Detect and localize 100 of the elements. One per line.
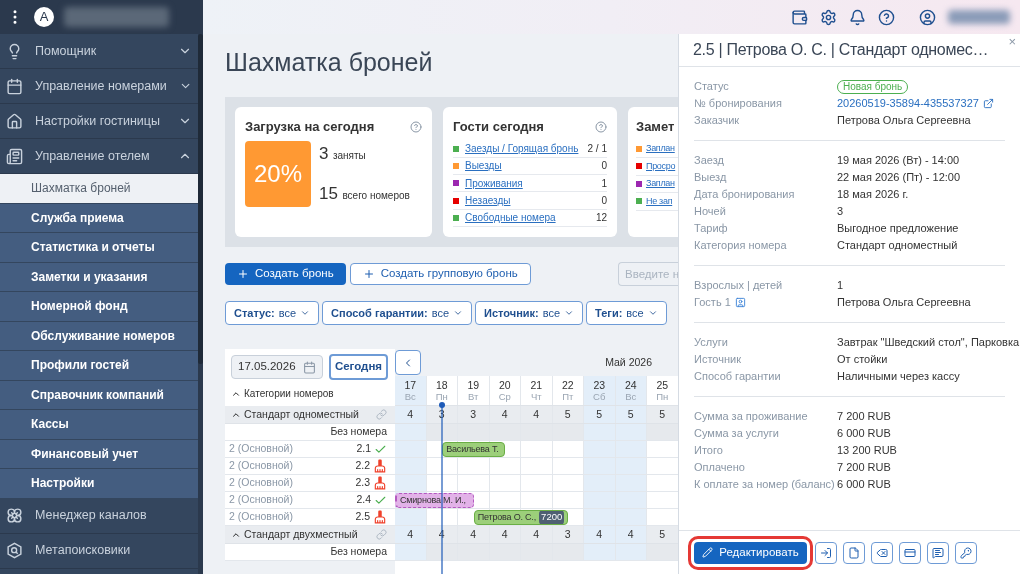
field-value: 6 000 RUB xyxy=(837,426,891,442)
field-label: № бронирования xyxy=(694,97,782,110)
room-number: 2.5 xyxy=(355,509,370,525)
filter-dropdown[interactable]: Статус: все xyxy=(225,301,320,325)
filter-dropdown[interactable]: Источник: все xyxy=(475,301,584,325)
settings-icon[interactable] xyxy=(820,8,837,26)
create-button[interactable]: Создать бронь xyxy=(225,263,346,285)
arrow-in-button[interactable] xyxy=(815,541,837,564)
field-value: Петрова Ольга Сергеевна xyxy=(837,295,971,311)
previous-button[interactable] xyxy=(395,350,421,375)
bell-icon[interactable] xyxy=(849,8,866,26)
booking-link[interactable]: 20260519-35894-435537327 xyxy=(837,95,979,112)
field-value: Петрова Ольга Сергеевна xyxy=(837,113,971,129)
field-label: Категория номера xyxy=(694,239,787,252)
hexagon-search-icon xyxy=(6,542,23,559)
file-button[interactable] xyxy=(843,541,865,564)
amount-badge: 7200 xyxy=(539,511,565,524)
search-field[interactable]: Введите н xyxy=(618,262,678,286)
guest-link[interactable]: Свободные номера xyxy=(465,210,590,226)
field-value: 1 xyxy=(837,278,844,294)
field-value: 13 200 RUB xyxy=(837,443,897,459)
chevron-down-icon xyxy=(647,308,658,318)
guest-link[interactable]: Проживания xyxy=(465,175,596,191)
field-value: Завтрак "Шведский стол", Парковка xyxy=(837,335,1020,351)
guest-link[interactable]: Незаезды xyxy=(465,193,596,209)
field-value: 18 мая 2026 г. xyxy=(837,187,909,203)
key-button[interactable] xyxy=(955,541,977,564)
nav-subitem[interactable]: Настройки xyxy=(0,469,198,499)
nav-subitem[interactable]: Служба приема xyxy=(0,203,198,233)
guest-name: Петрова О. С., xyxy=(477,511,536,524)
note-link[interactable]: Просро xyxy=(646,159,676,173)
guest-link[interactable]: Заезды / Горящая бронь xyxy=(465,141,582,157)
note-link[interactable]: Не зап xyxy=(646,194,673,208)
guest-name: Васильева Т. xyxy=(446,443,499,456)
scrollbar[interactable] xyxy=(198,34,203,364)
guest-count: 2 / 1 xyxy=(587,142,607,157)
arrow-in-icon xyxy=(820,546,832,559)
count-cell: 5 xyxy=(647,406,678,423)
user-icon[interactable] xyxy=(919,8,936,26)
nav-subitem[interactable]: Обслуживание номеров xyxy=(0,321,198,351)
count-cell: 5 xyxy=(615,406,647,423)
nav-subitem[interactable]: Профили гостей xyxy=(0,351,198,381)
file-icon xyxy=(848,546,860,559)
card-button[interactable] xyxy=(899,541,921,564)
day-header: 24 Вс xyxy=(615,376,647,405)
field-value: 7 200 RUB xyxy=(837,460,891,476)
nav-subitem[interactable]: Финансовый учет xyxy=(0,439,198,469)
pencil-icon xyxy=(702,547,714,558)
nav-subitem[interactable]: Шахматка броней xyxy=(0,174,198,204)
key-icon xyxy=(960,546,972,559)
help-icon[interactable] xyxy=(878,8,895,26)
delete-button[interactable] xyxy=(871,541,893,564)
day-header: 17 Вс xyxy=(395,376,427,405)
booking-bar[interactable]: Смирнова М. И., xyxy=(395,493,474,508)
nav-subitem[interactable]: Справочник компаний xyxy=(0,380,198,410)
guest-link[interactable]: Выезды xyxy=(465,158,596,174)
field-label: Ночей xyxy=(694,205,726,218)
field-label: Способ гарантии xyxy=(694,370,781,383)
booking-bar[interactable]: Васильева Т. xyxy=(442,442,506,457)
count-cell: 4 xyxy=(521,526,553,543)
message-button[interactable] xyxy=(927,541,949,564)
wallet-icon[interactable] xyxy=(791,8,808,26)
chevron-down-icon xyxy=(453,308,464,318)
card-icon xyxy=(904,546,916,559)
count-cell: 3 xyxy=(552,526,584,543)
count-cell: 4 xyxy=(395,526,427,543)
note-link[interactable]: Заплан xyxy=(646,142,675,156)
field-value: Наличными через кассу xyxy=(837,369,960,385)
load-percent: 20% xyxy=(245,140,311,207)
guest-count: 0 xyxy=(601,159,607,174)
room-number: 2.4 xyxy=(356,492,371,508)
delete-icon xyxy=(876,546,888,559)
floor-label: 2 (Основной) xyxy=(229,458,294,474)
date-field[interactable]: 17.05.2026 xyxy=(231,355,323,379)
nav-subitem[interactable]: Кассы xyxy=(0,410,198,440)
blurred-name xyxy=(948,10,1010,24)
field-label: К оплате за номер (баланс) xyxy=(694,478,835,491)
field-label: Источник xyxy=(694,353,741,366)
filter-dropdown[interactable]: Способ гарантии: все xyxy=(322,301,473,325)
day-header: 23 Сб xyxy=(584,376,616,405)
floor-label: 2 (Основной) xyxy=(229,509,294,525)
field-value: 22 мая 2026 (Пт) - 12:00 xyxy=(837,170,961,186)
calendar-icon xyxy=(6,77,23,95)
filter-dropdown[interactable]: Теги: все xyxy=(586,301,667,325)
booking-bar[interactable]: Петрова О. С., 7200 xyxy=(473,510,569,525)
floor-label: 2 (Основной) xyxy=(229,475,294,491)
id-card-icon[interactable] xyxy=(734,297,746,308)
avatar[interactable]: A xyxy=(34,7,54,27)
nav-subitem[interactable]: Заметки и указания xyxy=(0,262,198,292)
count-cell: 4 xyxy=(584,526,616,543)
nav-subitem[interactable]: Номерной фонд xyxy=(0,292,198,322)
guest-count: 0 xyxy=(601,194,607,209)
external-link-icon[interactable] xyxy=(982,98,994,109)
create-button[interactable]: Создать групповую бронь xyxy=(349,263,531,285)
plus-icon xyxy=(362,268,375,280)
count-cell: 4 xyxy=(489,526,521,543)
card-title: Загрузка на сегодня xyxy=(245,118,375,136)
note-link[interactable]: Заплан xyxy=(646,177,675,191)
today-button[interactable]: Сегодня xyxy=(329,354,388,380)
nav-subitem[interactable]: Статистика и отчеты xyxy=(0,233,198,263)
